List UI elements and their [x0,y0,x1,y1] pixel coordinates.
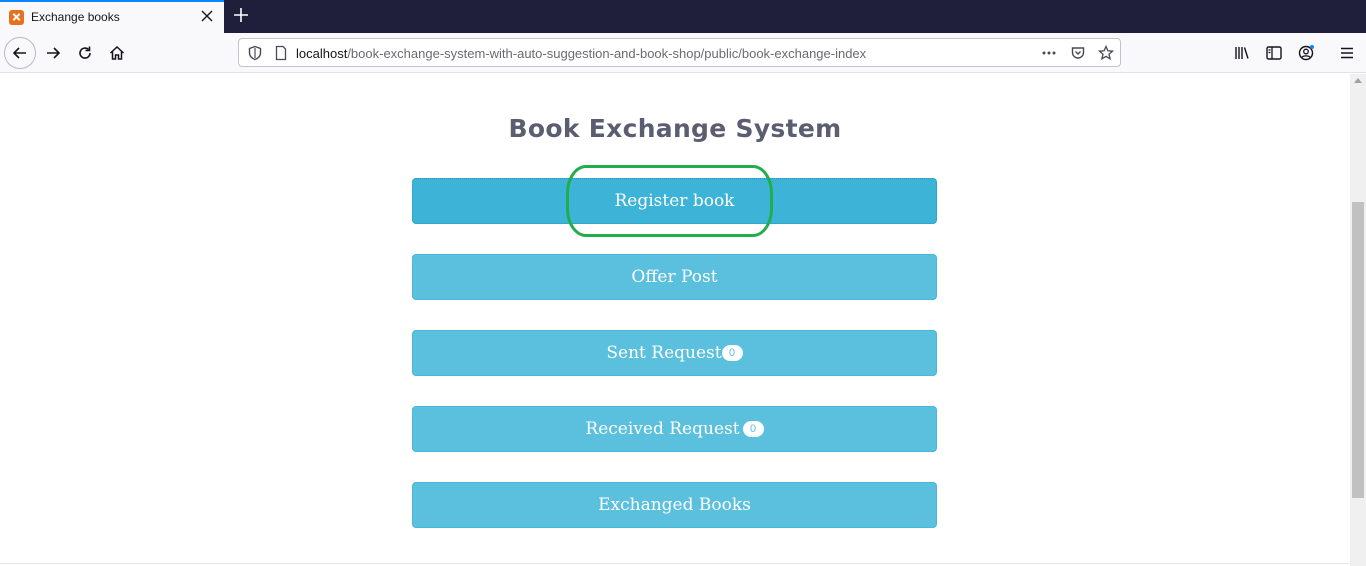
sent-request-label: Sent Request [606,343,722,363]
home-button[interactable] [101,37,133,69]
page-title: Book Exchange System [508,114,842,143]
nav-toolbar: localhost/book-exchange-system-with-auto… [0,33,1366,73]
account-icon [1298,45,1314,61]
bookmark-star-icon[interactable] [1098,45,1114,61]
sidebar-button[interactable] [1258,37,1290,69]
exchanged-books-button[interactable]: Exchanged Books [412,482,937,528]
close-tab-icon[interactable] [199,8,215,24]
forward-button[interactable] [37,37,69,69]
app-menu-button[interactable] [1331,37,1363,69]
back-arrow-icon [12,47,26,59]
register-book-label: Register book [614,191,735,211]
offer-post-button[interactable]: Offer Post [412,254,937,300]
new-tab-icon[interactable] [231,5,251,25]
account-button[interactable] [1290,37,1322,69]
scroll-up-arrow-icon[interactable] [1354,78,1362,83]
tracking-protection-shield-icon[interactable] [247,45,263,61]
page-info-icon[interactable] [273,45,289,61]
reload-icon [79,46,91,59]
scrollbar-thumb[interactable] [1352,202,1364,498]
forward-arrow-icon [47,47,61,59]
sent-request-button[interactable]: Sent Request 0 [412,330,937,376]
url-text[interactable]: localhost/book-exchange-system-with-auto… [296,46,866,61]
url-host: localhost [296,46,348,61]
exchanged-books-label: Exchanged Books [598,495,751,515]
received-request-button[interactable]: Received Request 0 [412,406,937,452]
sidebar-icon [1266,46,1282,60]
library-icon [1235,47,1249,59]
url-path: /book-exchange-system-with-auto-suggesti… [347,46,867,61]
reload-button[interactable] [69,37,101,69]
hamburger-menu-icon [1341,47,1353,59]
offer-post-label: Offer Post [631,267,718,287]
received-request-label: Received Request [585,419,740,439]
register-book-button[interactable]: Register book [412,178,937,224]
vertical-scrollbar[interactable] [1350,74,1366,566]
back-button[interactable] [4,37,36,69]
tab-strip: Exchange books [0,0,1366,33]
page-content: Book Exchange System Register book Offer… [0,74,1350,566]
tab-title: Exchange books [31,10,120,24]
url-bar[interactable]: localhost/book-exchange-system-with-auto… [238,38,1121,67]
browser-tab[interactable]: Exchange books [0,0,224,33]
sent-request-count-badge: 0 [721,345,743,361]
divider [0,563,1350,564]
page-actions-menu-icon[interactable] [1041,45,1057,61]
pocket-icon[interactable] [1070,45,1086,61]
library-button[interactable] [1226,37,1258,69]
xampp-favicon-icon [9,10,24,25]
home-icon [109,45,125,60]
received-request-count-badge: 0 [742,421,764,437]
